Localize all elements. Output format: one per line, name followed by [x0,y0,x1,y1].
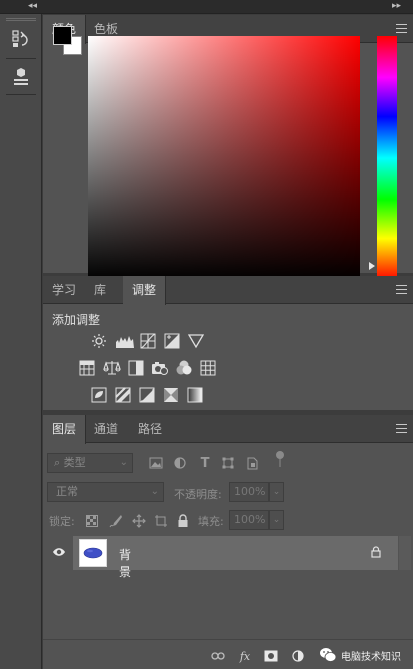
chevron-down-icon: ⌄ [150,486,159,497]
3d-properties-icon[interactable] [10,66,32,88]
tab-channels[interactable]: 通道 [85,415,127,443]
lock-transparent-pixels-icon[interactable] [85,514,99,528]
layers-tabbar: 图层 通道 路径 [43,415,413,444]
color-panel: 颜色 色板 [43,15,413,284]
top-collapse-bar: ◂◂ ▸▸ [0,0,413,14]
search-icon: ⌕ [54,456,64,469]
fill-dropdown-icon[interactable]: ⌄ [269,510,284,530]
brightness-contrast-icon[interactable] [91,333,107,349]
lock-artboard-icon[interactable] [154,514,168,528]
tool-separator [6,58,36,59]
tab-libraries[interactable]: 库 [85,276,115,304]
link-layers-icon[interactable] [211,649,225,663]
vibrance-icon[interactable] [188,333,204,349]
opacity-dropdown-icon[interactable]: ⌄ [269,482,284,502]
fill-input[interactable]: 100% [229,510,269,530]
layer-thumbnail[interactable] [79,539,107,567]
layer-name[interactable]: 背景 [119,546,131,580]
collapse-left-icon[interactable]: ◂◂ [28,1,37,11]
lock-position-icon[interactable] [132,514,146,528]
add-adjustment-title: 添加调整 [52,313,101,327]
blend-mode-value: 正常 [56,485,78,498]
hue-saturation-icon[interactable] [79,360,95,376]
tool-separator [6,94,36,95]
layer-lock-icon [370,545,382,559]
black-white-icon[interactable] [128,360,144,376]
tab-learn[interactable]: 学习 [43,276,85,304]
lock-all-icon[interactable] [176,514,190,528]
color-field[interactable] [84,36,360,284]
panel-menu-icon[interactable] [396,424,407,433]
selective-color-icon[interactable] [163,387,179,403]
layers-scrollbar[interactable] [399,536,411,570]
color-balance-icon[interactable] [103,360,121,376]
blend-mode-select[interactable]: 正常 ⌄ [47,482,164,502]
wechat-logo-icon [320,648,337,662]
watermark: 电脑技术知识 [319,642,401,668]
lock-image-pixels-icon[interactable] [109,514,123,528]
levels-icon[interactable] [115,333,135,349]
color-panel-body [43,26,413,284]
tab-paths[interactable]: 路径 [129,415,171,443]
hue-slider-handle[interactable] [369,262,375,270]
photo-filter-icon[interactable] [151,360,169,376]
invert-icon[interactable] [91,387,107,403]
type-filter-icon[interactable]: T [198,456,212,471]
filter-toggle-icon[interactable] [273,451,287,467]
lock-label: 锁定: [49,515,75,528]
tab-layers[interactable]: 图层 [43,415,87,444]
add-mask-icon[interactable] [264,649,278,663]
curves-icon[interactable] [140,333,156,349]
foreground-color-swatch[interactable] [53,26,72,45]
filter-kind-label: 类型 [63,456,86,469]
panel-menu-icon[interactable] [396,285,407,294]
tab-adjustments[interactable]: 调整 [123,276,167,305]
opacity-input[interactable]: 100% [229,482,269,502]
layers-panel: 图层 通道 路径 ⌕ 类型 ⌄ T 正常 ⌄ 不透明度: 100% ⌄ 锁定: … [43,415,413,669]
opacity-label: 不透明度: [174,488,222,501]
shape-filter-icon[interactable] [221,456,235,470]
adjustments-tabbar: 学习 库 调整 [43,276,413,305]
channel-mixer-icon[interactable] [175,359,193,377]
panel-menu-icon[interactable] [396,24,407,33]
pixel-filter-icon[interactable] [149,456,163,470]
color-lookup-icon[interactable] [200,360,216,376]
fill-label: 填充: [198,515,224,528]
collapse-right-icon[interactable]: ▸▸ [392,1,401,11]
gradient-map-icon[interactable] [187,387,203,403]
chevron-down-icon: ⌄ [119,457,128,468]
adjustments-panel: 学习 库 调整 添加调整 [43,276,413,410]
smart-object-filter-icon[interactable] [245,456,259,470]
eye-visibility-icon[interactable] [52,545,66,559]
drag-grip[interactable] [6,18,36,21]
history-icon[interactable] [10,28,32,50]
new-adjustment-layer-icon[interactable] [291,649,305,663]
exposure-icon[interactable] [164,333,180,349]
adjustment-filter-icon[interactable] [173,456,187,470]
threshold-icon[interactable] [139,387,155,403]
left-panel-strip [0,14,42,669]
layers-bottom-toolbar: fx 电脑技术知识 [43,639,413,669]
fx-icon[interactable]: fx [238,649,252,663]
hue-slider[interactable] [377,36,397,280]
posterize-icon[interactable] [115,387,131,403]
layer-filter-kind-select[interactable]: ⌕ 类型 ⌄ [47,453,133,473]
watermark-text: 电脑技术知识 [341,651,401,663]
